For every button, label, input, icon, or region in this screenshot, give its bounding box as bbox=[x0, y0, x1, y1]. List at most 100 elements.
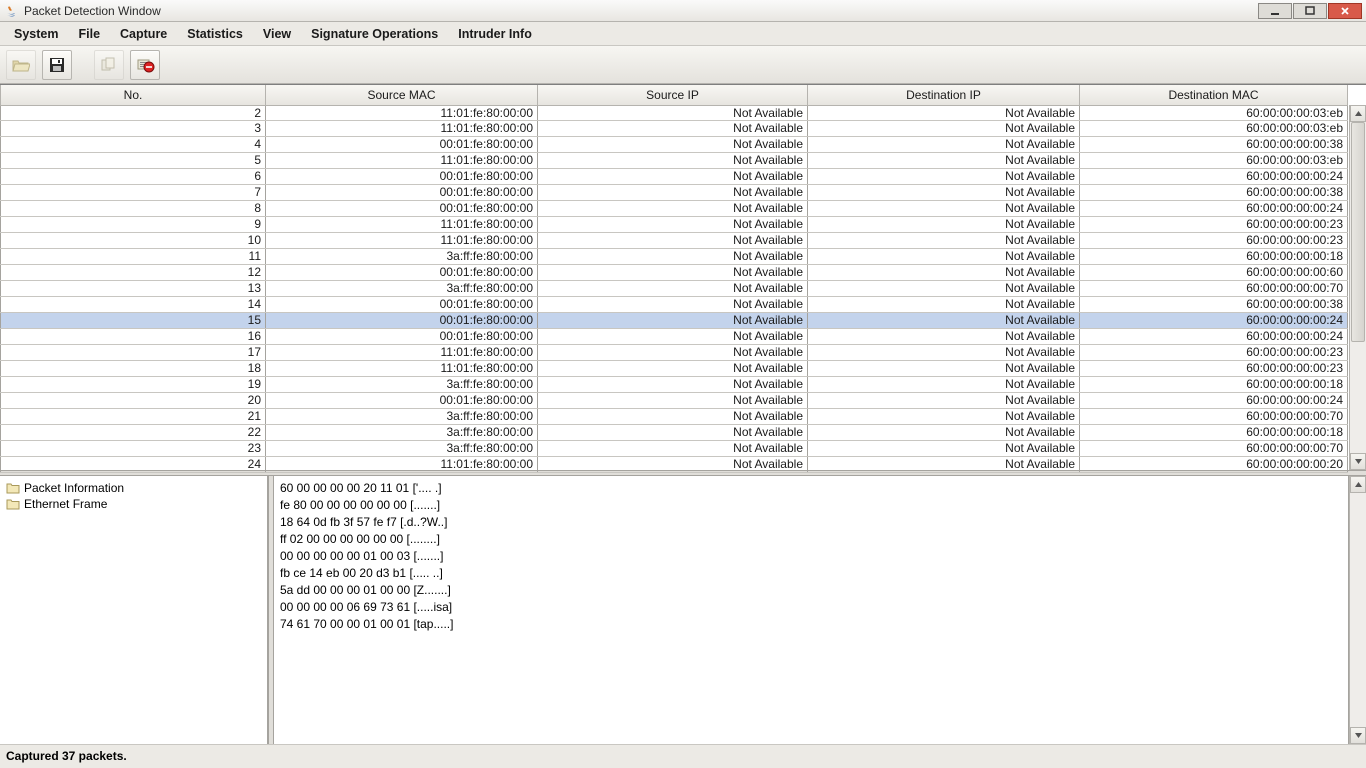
hex-line: 18 64 0d fb 3f 57 fe f7 [.d..?W..] bbox=[280, 514, 1342, 531]
tree-node-ethernet-frame[interactable]: Ethernet Frame bbox=[2, 496, 265, 512]
cell: 19 bbox=[1, 376, 266, 392]
cell: 60:00:00:00:00:23 bbox=[1080, 360, 1348, 376]
table-row[interactable]: 2000:01:fe:80:00:00Not AvailableNot Avai… bbox=[1, 392, 1348, 408]
cell: Not Available bbox=[538, 264, 808, 280]
cell: 00:01:fe:80:00:00 bbox=[266, 264, 538, 280]
menu-view[interactable]: View bbox=[253, 24, 301, 44]
table-row[interactable]: 1711:01:fe:80:00:00Not AvailableNot Avai… bbox=[1, 344, 1348, 360]
table-row[interactable]: 1600:01:fe:80:00:00Not AvailableNot Avai… bbox=[1, 328, 1348, 344]
table-row[interactable]: 911:01:fe:80:00:00Not AvailableNot Avail… bbox=[1, 216, 1348, 232]
table-row[interactable]: 211:01:fe:80:00:00Not AvailableNot Avail… bbox=[1, 105, 1348, 120]
tree-pane[interactable]: Packet Information Ethernet Frame bbox=[0, 476, 268, 744]
tree-node-label: Ethernet Frame bbox=[24, 497, 107, 511]
table-row[interactable]: 1500:01:fe:80:00:00Not AvailableNot Avai… bbox=[1, 312, 1348, 328]
table-row[interactable]: 1011:01:fe:80:00:00Not AvailableNot Avai… bbox=[1, 232, 1348, 248]
table-row[interactable]: 213a:ff:fe:80:00:00Not AvailableNot Avai… bbox=[1, 408, 1348, 424]
column-header-no-[interactable]: No. bbox=[1, 85, 266, 105]
menu-system[interactable]: System bbox=[4, 24, 68, 44]
cell: 60:00:00:00:00:24 bbox=[1080, 200, 1348, 216]
table-row[interactable]: 1400:01:fe:80:00:00Not AvailableNot Avai… bbox=[1, 296, 1348, 312]
table-row[interactable]: 133a:ff:fe:80:00:00Not AvailableNot Avai… bbox=[1, 280, 1348, 296]
cell: Not Available bbox=[808, 136, 1080, 152]
hex-line: ff 02 00 00 00 00 00 00 [........] bbox=[280, 531, 1342, 548]
cell: Not Available bbox=[538, 424, 808, 440]
tree-node-label: Packet Information bbox=[24, 481, 124, 495]
minimize-button[interactable] bbox=[1258, 3, 1292, 19]
cell: 11:01:fe:80:00:00 bbox=[266, 360, 538, 376]
toolbar bbox=[0, 46, 1366, 84]
scroll-up-arrow-icon[interactable] bbox=[1350, 105, 1366, 122]
column-header-destination-mac[interactable]: Destination MAC bbox=[1080, 85, 1348, 105]
close-button[interactable] bbox=[1328, 3, 1362, 19]
cell: 23 bbox=[1, 440, 266, 456]
table-row[interactable]: 193a:ff:fe:80:00:00Not AvailableNot Avai… bbox=[1, 376, 1348, 392]
tree-node-packet-information[interactable]: Packet Information bbox=[2, 480, 265, 496]
cell: 3a:ff:fe:80:00:00 bbox=[266, 280, 538, 296]
menu-signature-operations[interactable]: Signature Operations bbox=[301, 24, 448, 44]
table-vertical-scrollbar[interactable] bbox=[1349, 105, 1366, 470]
packet-table[interactable]: No.Source MACSource IPDestination IPDest… bbox=[0, 85, 1348, 473]
column-header-source-mac[interactable]: Source MAC bbox=[266, 85, 538, 105]
cell: 3a:ff:fe:80:00:00 bbox=[266, 248, 538, 264]
column-header-source-ip[interactable]: Source IP bbox=[538, 85, 808, 105]
cell: 60:00:00:00:03:eb bbox=[1080, 105, 1348, 120]
cell: 3a:ff:fe:80:00:00 bbox=[266, 440, 538, 456]
hex-vertical-scrollbar[interactable] bbox=[1349, 476, 1366, 744]
cell: 11:01:fe:80:00:00 bbox=[266, 232, 538, 248]
cell: Not Available bbox=[808, 376, 1080, 392]
scroll-down-arrow-icon[interactable] bbox=[1350, 727, 1366, 744]
cell: Not Available bbox=[808, 248, 1080, 264]
folder-icon bbox=[6, 482, 20, 494]
open-button[interactable] bbox=[6, 50, 36, 80]
cell: Not Available bbox=[808, 280, 1080, 296]
stop-capture-button[interactable] bbox=[130, 50, 160, 80]
cell: 11 bbox=[1, 248, 266, 264]
table-row[interactable]: 700:01:fe:80:00:00Not AvailableNot Avail… bbox=[1, 184, 1348, 200]
cell: Not Available bbox=[538, 200, 808, 216]
table-row[interactable]: 400:01:fe:80:00:00Not AvailableNot Avail… bbox=[1, 136, 1348, 152]
cell: Not Available bbox=[808, 184, 1080, 200]
copy-button[interactable] bbox=[94, 50, 124, 80]
table-row[interactable]: 511:01:fe:80:00:00Not AvailableNot Avail… bbox=[1, 152, 1348, 168]
scroll-track[interactable] bbox=[1350, 493, 1366, 727]
table-row[interactable]: 223a:ff:fe:80:00:00Not AvailableNot Avai… bbox=[1, 424, 1348, 440]
cell: Not Available bbox=[538, 312, 808, 328]
table-row[interactable]: 600:01:fe:80:00:00Not AvailableNot Avail… bbox=[1, 168, 1348, 184]
table-row[interactable]: 311:01:fe:80:00:00Not AvailableNot Avail… bbox=[1, 120, 1348, 136]
scroll-track[interactable] bbox=[1350, 122, 1366, 453]
menu-capture[interactable]: Capture bbox=[110, 24, 177, 44]
cell: 7 bbox=[1, 184, 266, 200]
hex-pane[interactable]: 60 00 00 00 00 20 11 01 ['.... .]fe 80 0… bbox=[274, 476, 1349, 744]
cell: Not Available bbox=[538, 392, 808, 408]
cell: 60:00:00:00:00:23 bbox=[1080, 216, 1348, 232]
scroll-down-arrow-icon[interactable] bbox=[1350, 453, 1366, 470]
table-row[interactable]: 233a:ff:fe:80:00:00Not AvailableNot Avai… bbox=[1, 440, 1348, 456]
cell: Not Available bbox=[538, 344, 808, 360]
table-row[interactable]: 1200:01:fe:80:00:00Not AvailableNot Avai… bbox=[1, 264, 1348, 280]
maximize-button[interactable] bbox=[1293, 3, 1327, 19]
table-row[interactable]: 113a:ff:fe:80:00:00Not AvailableNot Avai… bbox=[1, 248, 1348, 264]
table-row[interactable]: 800:01:fe:80:00:00Not AvailableNot Avail… bbox=[1, 200, 1348, 216]
cell: 60:00:00:00:00:20 bbox=[1080, 456, 1348, 472]
menu-file[interactable]: File bbox=[68, 24, 110, 44]
column-header-destination-ip[interactable]: Destination IP bbox=[808, 85, 1080, 105]
cell: 60:00:00:00:03:eb bbox=[1080, 120, 1348, 136]
cell: Not Available bbox=[808, 328, 1080, 344]
cell: Not Available bbox=[808, 105, 1080, 120]
table-row[interactable]: 1811:01:fe:80:00:00Not AvailableNot Avai… bbox=[1, 360, 1348, 376]
table-row[interactable]: 2411:01:fe:80:00:00Not AvailableNot Avai… bbox=[1, 456, 1348, 472]
cell: 00:01:fe:80:00:00 bbox=[266, 184, 538, 200]
menu-intruder-info[interactable]: Intruder Info bbox=[448, 24, 542, 44]
scroll-up-arrow-icon[interactable] bbox=[1350, 476, 1366, 493]
cell: 18 bbox=[1, 360, 266, 376]
cell: 3a:ff:fe:80:00:00 bbox=[266, 424, 538, 440]
hex-line: fe 80 00 00 00 00 00 00 [.......] bbox=[280, 497, 1342, 514]
menu-statistics[interactable]: Statistics bbox=[177, 24, 253, 44]
cell: 11:01:fe:80:00:00 bbox=[266, 344, 538, 360]
cell: Not Available bbox=[538, 216, 808, 232]
save-button[interactable] bbox=[42, 50, 72, 80]
cell: 60:00:00:00:00:60 bbox=[1080, 264, 1348, 280]
hex-line: fb ce 14 eb 00 20 d3 b1 [..... ..] bbox=[280, 565, 1342, 582]
cell: 17 bbox=[1, 344, 266, 360]
scroll-thumb[interactable] bbox=[1351, 122, 1365, 342]
